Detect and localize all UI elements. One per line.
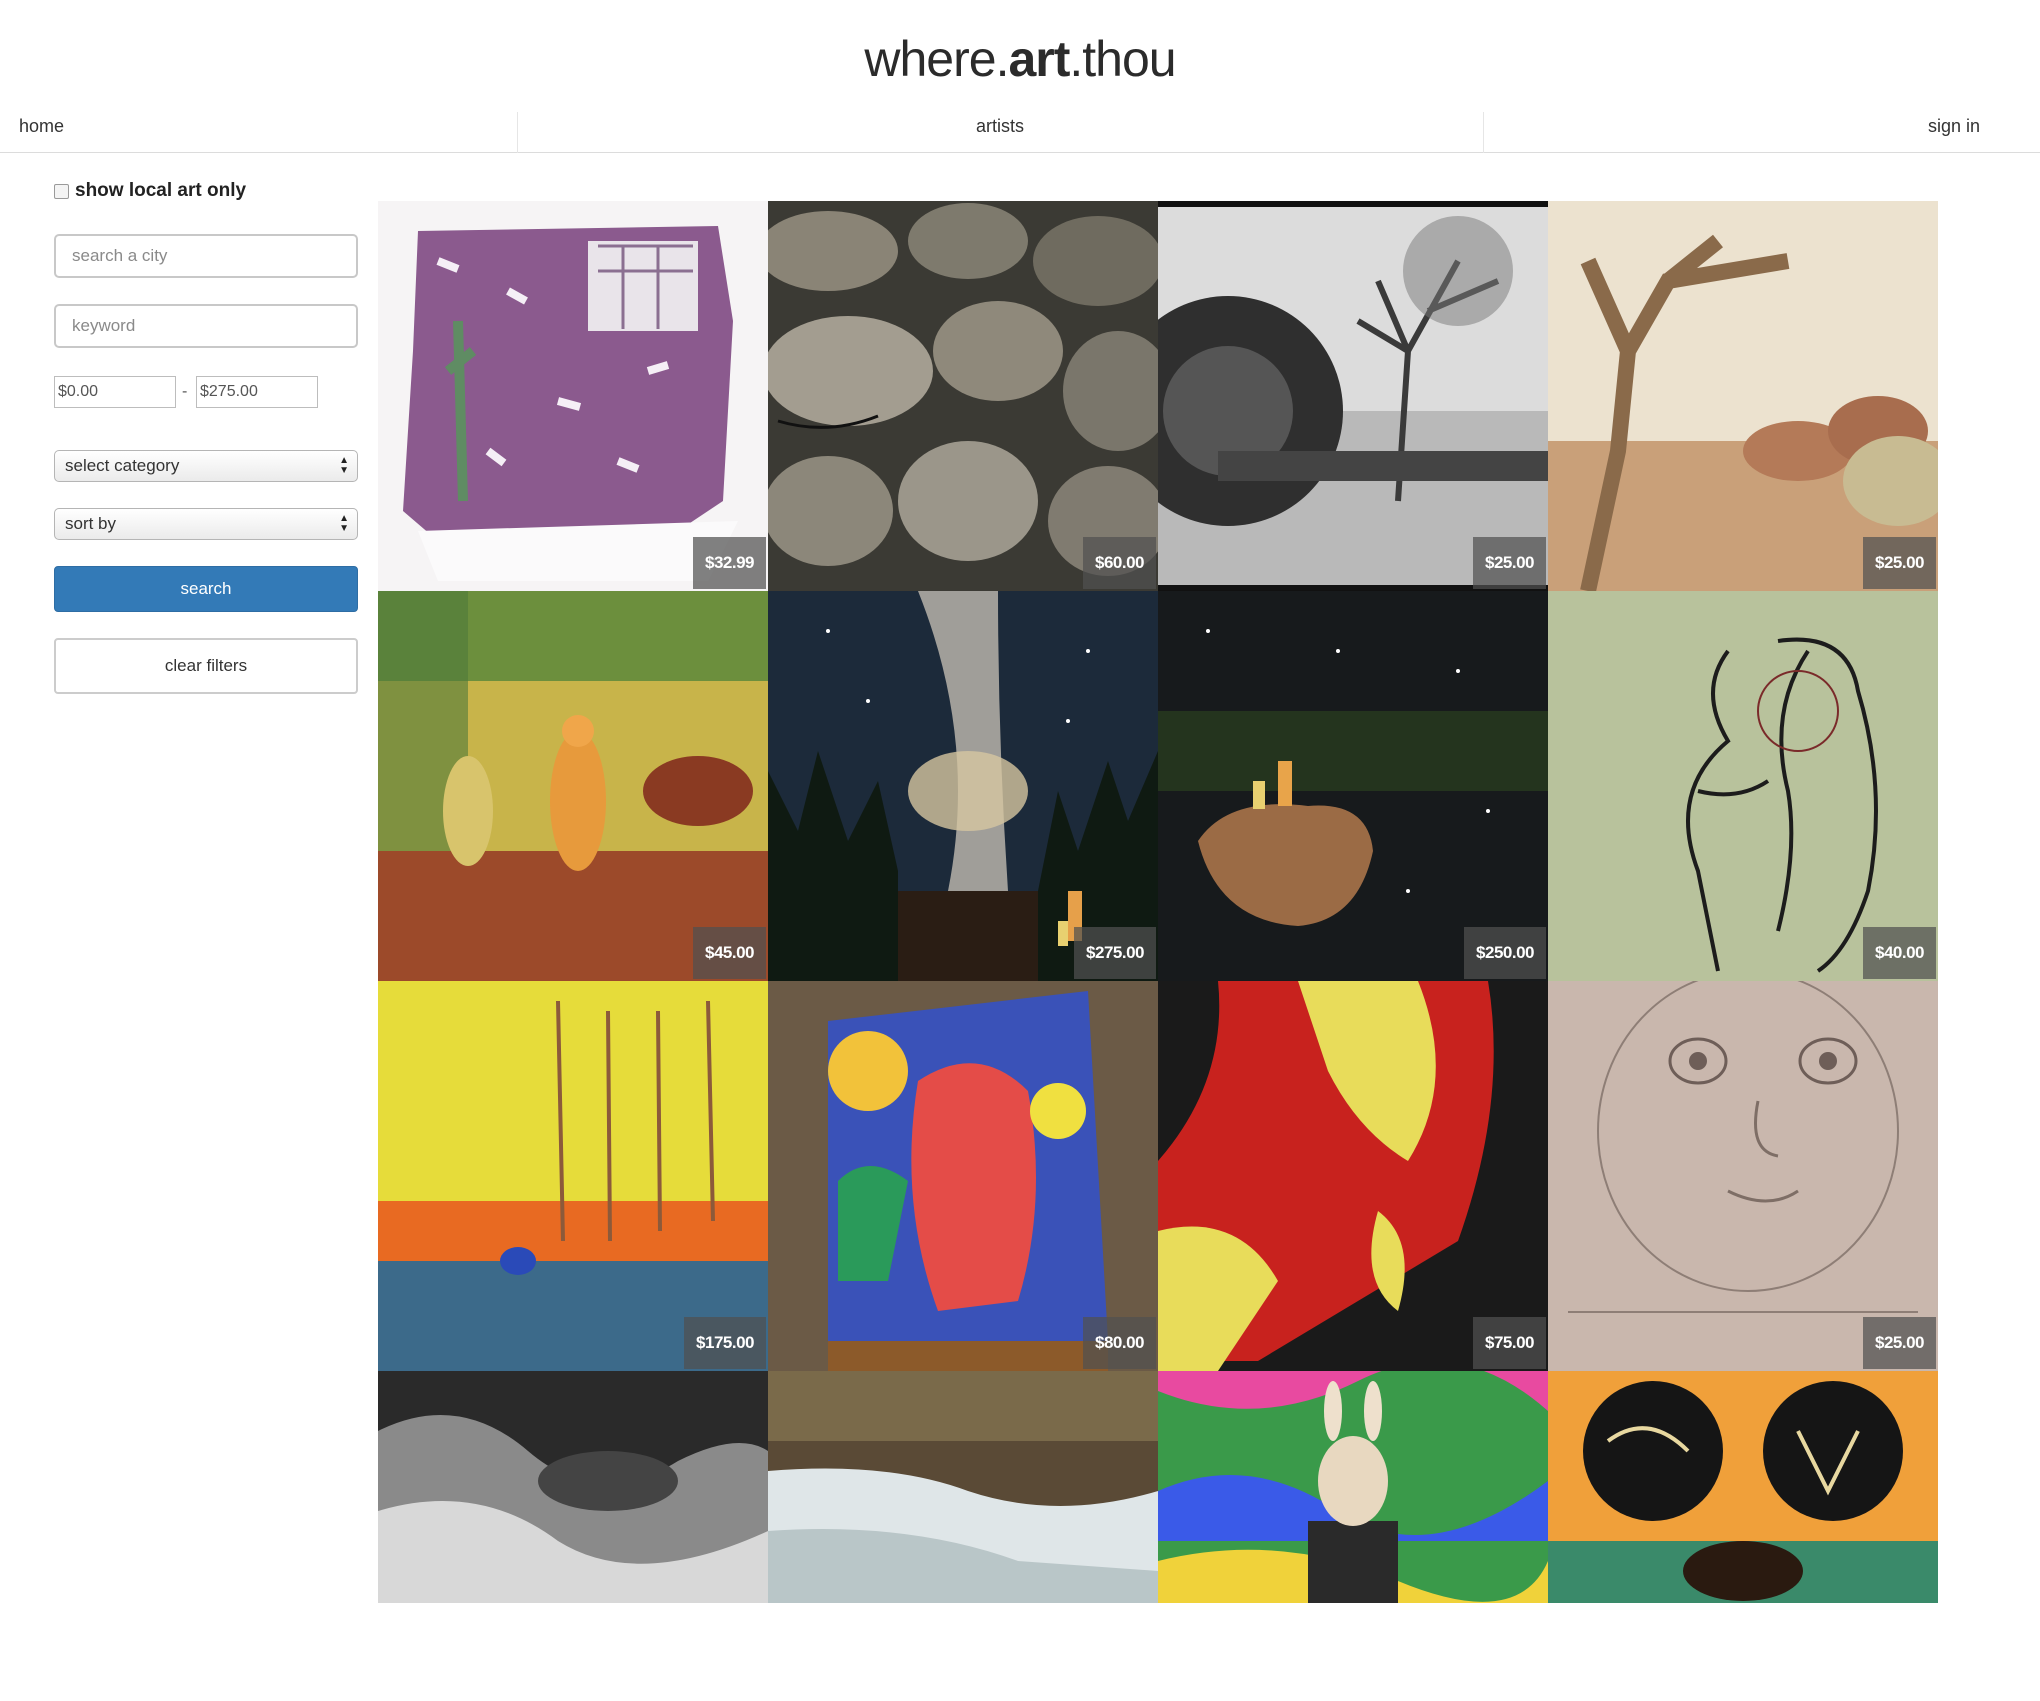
artwork-image bbox=[768, 201, 1158, 591]
artwork-tile[interactable]: $60.00 bbox=[768, 201, 1158, 591]
artwork-image bbox=[1548, 591, 1938, 981]
nav-divider bbox=[1483, 112, 1484, 153]
artwork-price: $175.00 bbox=[684, 1317, 766, 1369]
artwork-tile[interactable]: $25.00 bbox=[1548, 201, 1938, 591]
artwork-tile[interactable]: $40.00 bbox=[1548, 591, 1938, 981]
artwork-image bbox=[768, 981, 1158, 1371]
artwork-price: $75.00 bbox=[1473, 1317, 1546, 1369]
artwork-tile[interactable]: $45.00 bbox=[378, 591, 768, 981]
sort-select[interactable]: sort by ▲ ▼ bbox=[54, 508, 358, 540]
artwork-price: $45.00 bbox=[693, 927, 766, 979]
sort-select-value: sort by bbox=[65, 514, 117, 533]
artwork-image bbox=[1548, 981, 1938, 1371]
nav-artists-link[interactable]: artists bbox=[0, 112, 2000, 140]
artwork-image bbox=[1158, 1371, 1548, 1603]
price-range-separator: - bbox=[182, 383, 188, 400]
artwork-tile[interactable]: $25.00 bbox=[1158, 201, 1548, 591]
site-logo[interactable]: where.art.thou bbox=[0, 26, 2040, 92]
artwork-tile[interactable] bbox=[1158, 1371, 1548, 1603]
artwork-price: $32.99 bbox=[693, 537, 766, 589]
artwork-price: $250.00 bbox=[1464, 927, 1546, 979]
max-price-input[interactable] bbox=[196, 376, 318, 408]
artwork-price: $275.00 bbox=[1074, 927, 1156, 979]
artwork-price: $80.00 bbox=[1083, 1317, 1156, 1369]
artwork-image bbox=[1158, 201, 1548, 591]
artwork-grid: $32.99 $60.00 $25.00 $25.00 $45.00 $275.… bbox=[378, 201, 1938, 1603]
top-nav: home artists sign in bbox=[0, 112, 2040, 153]
artwork-image bbox=[768, 1371, 1158, 1603]
artwork-price: $40.00 bbox=[1863, 927, 1936, 979]
logo-prefix: where. bbox=[864, 31, 1009, 87]
artwork-image bbox=[1548, 1371, 1938, 1603]
artwork-tile[interactable]: $32.99 bbox=[378, 201, 768, 591]
artwork-image bbox=[378, 201, 768, 591]
artwork-tile[interactable]: $275.00 bbox=[768, 591, 1158, 981]
artwork-price: $25.00 bbox=[1863, 1317, 1936, 1369]
select-arrows-icon: ▲ ▼ bbox=[339, 513, 349, 534]
local-art-label: show local art only bbox=[75, 180, 247, 201]
artwork-image bbox=[378, 981, 768, 1371]
artwork-tile[interactable]: $75.00 bbox=[1158, 981, 1548, 1371]
min-price-input[interactable] bbox=[54, 376, 176, 408]
logo-bold: art bbox=[1008, 31, 1070, 87]
artwork-image bbox=[378, 1371, 768, 1603]
clear-filters-button[interactable]: clear filters bbox=[54, 638, 358, 694]
artwork-tile[interactable] bbox=[378, 1371, 768, 1603]
local-art-toggle[interactable]: show local art only bbox=[54, 180, 246, 202]
artwork-tile[interactable]: $250.00 bbox=[1158, 591, 1548, 981]
artwork-image bbox=[1548, 201, 1938, 591]
logo-suffix: .thou bbox=[1069, 31, 1176, 87]
artwork-tile[interactable]: $25.00 bbox=[1548, 981, 1938, 1371]
keyword-input[interactable] bbox=[54, 304, 358, 348]
artwork-image bbox=[1158, 591, 1548, 981]
artwork-tile[interactable] bbox=[768, 1371, 1158, 1603]
category-select-value: select category bbox=[65, 456, 180, 475]
nav-sign-in-link[interactable]: sign in bbox=[1928, 112, 1980, 140]
select-arrows-icon: ▲ ▼ bbox=[339, 455, 349, 476]
artwork-image bbox=[768, 591, 1158, 981]
artwork-tile[interactable]: $80.00 bbox=[768, 981, 1158, 1371]
artwork-image bbox=[1158, 981, 1548, 1371]
category-select[interactable]: select category ▲ ▼ bbox=[54, 450, 358, 482]
artwork-tile[interactable] bbox=[1548, 1371, 1938, 1603]
local-art-checkbox[interactable] bbox=[54, 183, 69, 199]
city-search-input[interactable] bbox=[54, 234, 358, 278]
artwork-tile[interactable]: $175.00 bbox=[378, 981, 768, 1371]
search-button[interactable]: search bbox=[54, 566, 358, 612]
artwork-price: $25.00 bbox=[1863, 537, 1936, 589]
artwork-image bbox=[378, 591, 768, 981]
artwork-price: $60.00 bbox=[1083, 537, 1156, 589]
artwork-price: $25.00 bbox=[1473, 537, 1546, 589]
